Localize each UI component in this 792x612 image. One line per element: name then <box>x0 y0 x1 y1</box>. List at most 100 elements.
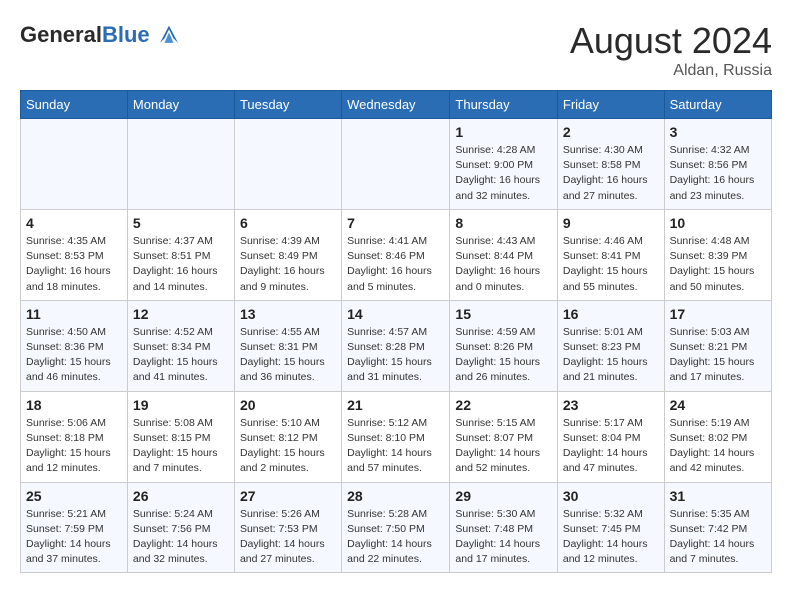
calendar-week-row: 4 Sunrise: 4:35 AM Sunset: 8:53 PM Daylig… <box>21 209 772 300</box>
day-info: Sunrise: 4:32 AM Sunset: 8:56 PM Dayligh… <box>670 143 766 204</box>
calendar-cell: 16 Sunrise: 5:01 AM Sunset: 8:23 PM Dayli… <box>557 300 664 391</box>
calendar-table: SundayMondayTuesdayWednesdayThursdayFrid… <box>20 90 772 573</box>
calendar-cell: 18 Sunrise: 5:06 AM Sunset: 8:18 PM Dayli… <box>21 391 128 482</box>
calendar-week-row: 11Sunrise: 4:50 AM Sunset: 8:36 PM Dayli… <box>21 300 772 391</box>
day-info: Sunrise: 5:21 AM Sunset: 7:59 PM Dayligh… <box>26 507 122 568</box>
day-number: 29 <box>455 488 551 504</box>
calendar-cell: 14 Sunrise: 4:57 AM Sunset: 8:28 PM Dayli… <box>342 300 450 391</box>
day-info: Sunrise: 5:12 AM Sunset: 8:10 PM Dayligh… <box>347 416 444 477</box>
day-info: Sunrise: 5:17 AM Sunset: 8:04 PM Dayligh… <box>563 416 659 477</box>
calendar-cell: 28 Sunrise: 5:28 AM Sunset: 7:50 PM Dayli… <box>342 482 450 573</box>
month-year-title: August 2024 <box>570 20 772 62</box>
day-number: 16 <box>563 306 659 322</box>
calendar-cell: 24Sunrise: 5:19 AM Sunset: 8:02 PM Dayli… <box>664 391 771 482</box>
logo: GeneralBlue <box>20 20 184 50</box>
day-number: 9 <box>563 215 659 231</box>
day-info: Sunrise: 5:35 AM Sunset: 7:42 PM Dayligh… <box>670 507 766 568</box>
day-number: 2 <box>563 124 659 140</box>
calendar-week-row: 1 Sunrise: 4:28 AM Sunset: 9:00 PM Daylig… <box>21 119 772 210</box>
day-info: Sunrise: 4:46 AM Sunset: 8:41 PM Dayligh… <box>563 234 659 295</box>
calendar-cell: 1 Sunrise: 4:28 AM Sunset: 9:00 PM Daylig… <box>450 119 557 210</box>
day-number: 17 <box>670 306 766 322</box>
page-header: GeneralBlue August 2024 Aldan, Russia <box>20 20 772 80</box>
calendar-week-row: 25 Sunrise: 5:21 AM Sunset: 7:59 PM Dayli… <box>21 482 772 573</box>
day-number: 14 <box>347 306 444 322</box>
calendar-cell: 11Sunrise: 4:50 AM Sunset: 8:36 PM Dayli… <box>21 300 128 391</box>
day-info: Sunrise: 5:26 AM Sunset: 7:53 PM Dayligh… <box>240 507 336 568</box>
day-info: Sunrise: 4:50 AM Sunset: 8:36 PM Dayligh… <box>26 325 122 386</box>
calendar-cell: 7 Sunrise: 4:41 AM Sunset: 8:46 PM Daylig… <box>342 209 450 300</box>
logo-icon <box>154 20 184 50</box>
calendar-cell: 2Sunrise: 4:30 AM Sunset: 8:58 PM Daylig… <box>557 119 664 210</box>
day-number: 22 <box>455 397 551 413</box>
calendar-cell: 15 Sunrise: 4:59 AM Sunset: 8:26 PM Dayli… <box>450 300 557 391</box>
calendar-cell: 17 Sunrise: 5:03 AM Sunset: 8:21 PM Dayli… <box>664 300 771 391</box>
day-number: 25 <box>26 488 122 504</box>
calendar-cell: 13Sunrise: 4:55 AM Sunset: 8:31 PM Dayli… <box>234 300 341 391</box>
day-number: 1 <box>455 124 551 140</box>
calendar-cell <box>234 119 341 210</box>
calendar-cell: 5 Sunrise: 4:37 AM Sunset: 8:51 PM Daylig… <box>127 209 234 300</box>
day-number: 26 <box>133 488 229 504</box>
calendar-cell: 31 Sunrise: 5:35 AM Sunset: 7:42 PM Dayli… <box>664 482 771 573</box>
day-info: Sunrise: 4:37 AM Sunset: 8:51 PM Dayligh… <box>133 234 229 295</box>
day-number: 20 <box>240 397 336 413</box>
day-info: Sunrise: 4:39 AM Sunset: 8:49 PM Dayligh… <box>240 234 336 295</box>
weekday-header-saturday: Saturday <box>664 91 771 119</box>
day-number: 28 <box>347 488 444 504</box>
day-info: Sunrise: 5:19 AM Sunset: 8:02 PM Dayligh… <box>670 416 766 477</box>
weekday-header-row: SundayMondayTuesdayWednesdayThursdayFrid… <box>21 91 772 119</box>
weekday-header-monday: Monday <box>127 91 234 119</box>
day-info: Sunrise: 4:52 AM Sunset: 8:34 PM Dayligh… <box>133 325 229 386</box>
title-block: August 2024 Aldan, Russia <box>570 20 772 80</box>
day-number: 3 <box>670 124 766 140</box>
day-number: 15 <box>455 306 551 322</box>
day-info: Sunrise: 5:10 AM Sunset: 8:12 PM Dayligh… <box>240 416 336 477</box>
day-info: Sunrise: 4:28 AM Sunset: 9:00 PM Dayligh… <box>455 143 551 204</box>
day-number: 10 <box>670 215 766 231</box>
day-info: Sunrise: 5:24 AM Sunset: 7:56 PM Dayligh… <box>133 507 229 568</box>
weekday-header-sunday: Sunday <box>21 91 128 119</box>
day-number: 19 <box>133 397 229 413</box>
calendar-cell: 10Sunrise: 4:48 AM Sunset: 8:39 PM Dayli… <box>664 209 771 300</box>
calendar-cell: 4 Sunrise: 4:35 AM Sunset: 8:53 PM Daylig… <box>21 209 128 300</box>
day-number: 7 <box>347 215 444 231</box>
day-info: Sunrise: 4:41 AM Sunset: 8:46 PM Dayligh… <box>347 234 444 295</box>
calendar-cell: 30Sunrise: 5:32 AM Sunset: 7:45 PM Dayli… <box>557 482 664 573</box>
day-number: 5 <box>133 215 229 231</box>
calendar-cell <box>21 119 128 210</box>
day-info: Sunrise: 5:06 AM Sunset: 8:18 PM Dayligh… <box>26 416 122 477</box>
calendar-cell: 8Sunrise: 4:43 AM Sunset: 8:44 PM Daylig… <box>450 209 557 300</box>
day-info: Sunrise: 4:57 AM Sunset: 8:28 PM Dayligh… <box>347 325 444 386</box>
day-number: 4 <box>26 215 122 231</box>
calendar-cell: 6Sunrise: 4:39 AM Sunset: 8:49 PM Daylig… <box>234 209 341 300</box>
day-info: Sunrise: 5:01 AM Sunset: 8:23 PM Dayligh… <box>563 325 659 386</box>
calendar-cell <box>342 119 450 210</box>
calendar-week-row: 18 Sunrise: 5:06 AM Sunset: 8:18 PM Dayli… <box>21 391 772 482</box>
day-number: 18 <box>26 397 122 413</box>
location-text: Aldan, Russia <box>570 62 772 80</box>
weekday-header-tuesday: Tuesday <box>234 91 341 119</box>
calendar-cell: 25 Sunrise: 5:21 AM Sunset: 7:59 PM Dayli… <box>21 482 128 573</box>
day-info: Sunrise: 4:35 AM Sunset: 8:53 PM Dayligh… <box>26 234 122 295</box>
day-info: Sunrise: 5:03 AM Sunset: 8:21 PM Dayligh… <box>670 325 766 386</box>
day-info: Sunrise: 4:59 AM Sunset: 8:26 PM Dayligh… <box>455 325 551 386</box>
day-number: 31 <box>670 488 766 504</box>
calendar-cell: 12 Sunrise: 4:52 AM Sunset: 8:34 PM Dayli… <box>127 300 234 391</box>
day-number: 21 <box>347 397 444 413</box>
calendar-cell: 3 Sunrise: 4:32 AM Sunset: 8:56 PM Daylig… <box>664 119 771 210</box>
logo-text: GeneralBlue <box>20 23 150 47</box>
day-number: 12 <box>133 306 229 322</box>
weekday-header-friday: Friday <box>557 91 664 119</box>
calendar-cell: 20 Sunrise: 5:10 AM Sunset: 8:12 PM Dayli… <box>234 391 341 482</box>
calendar-cell: 23 Sunrise: 5:17 AM Sunset: 8:04 PM Dayli… <box>557 391 664 482</box>
calendar-cell: 26 Sunrise: 5:24 AM Sunset: 7:56 PM Dayli… <box>127 482 234 573</box>
day-info: Sunrise: 5:28 AM Sunset: 7:50 PM Dayligh… <box>347 507 444 568</box>
day-number: 13 <box>240 306 336 322</box>
calendar-cell: 29Sunrise: 5:30 AM Sunset: 7:48 PM Dayli… <box>450 482 557 573</box>
day-number: 8 <box>455 215 551 231</box>
day-number: 23 <box>563 397 659 413</box>
calendar-cell: 9 Sunrise: 4:46 AM Sunset: 8:41 PM Daylig… <box>557 209 664 300</box>
calendar-cell <box>127 119 234 210</box>
calendar-cell: 19Sunrise: 5:08 AM Sunset: 8:15 PM Dayli… <box>127 391 234 482</box>
